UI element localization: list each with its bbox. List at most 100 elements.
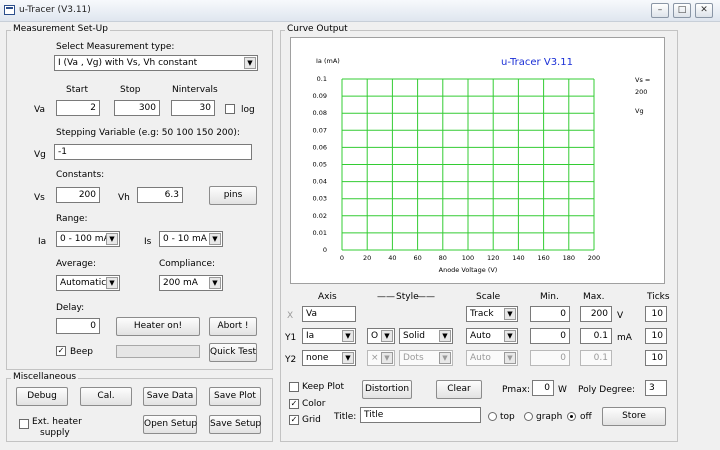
- legend-off-radio[interactable]: [567, 412, 576, 421]
- range-label: Range:: [56, 214, 88, 224]
- maximize-button[interactable]: □: [673, 3, 691, 18]
- color-checkbox[interactable]: ✓: [289, 399, 299, 409]
- vh-input[interactable]: 6.3: [137, 187, 183, 203]
- log-label: log: [241, 105, 255, 115]
- save-setup-button[interactable]: Save Setup: [209, 415, 261, 434]
- y2-axis-dropdown[interactable]: none ▼: [302, 350, 356, 366]
- open-setup-button[interactable]: Open Setup: [143, 415, 197, 434]
- va-stop-input[interactable]: 300: [114, 100, 160, 116]
- pins-button[interactable]: pins: [209, 186, 257, 205]
- legend-graph-radio[interactable]: [524, 412, 533, 421]
- va-start-input[interactable]: 2: [56, 100, 100, 116]
- pmax-label: Pmax:: [502, 385, 531, 395]
- minimize-button[interactable]: –: [651, 3, 669, 18]
- beep-checkbox[interactable]: ✓: [56, 346, 66, 356]
- chevron-down-icon: ▼: [439, 330, 451, 342]
- y-tick-label: 0.08: [313, 109, 327, 117]
- poly-degree-label: Poly Degree:: [578, 385, 636, 395]
- y1-axis-dropdown[interactable]: Ia ▼: [302, 328, 356, 344]
- y-tick-label: 0.05: [313, 161, 327, 169]
- y1-marker-dropdown[interactable]: O ▼: [367, 328, 395, 344]
- miscellaneous-label: Miscellaneous: [11, 372, 79, 382]
- curve-output-label: Curve Output: [285, 24, 350, 34]
- legend-off-label: off: [580, 412, 592, 422]
- vs-annotation-label: Vs =: [635, 76, 650, 84]
- ext-heater-supply-label: supply: [40, 428, 70, 438]
- save-plot-button[interactable]: Save Plot: [209, 387, 261, 406]
- compliance-dropdown[interactable]: 200 mA ▼: [159, 275, 223, 291]
- y1-ticks-input[interactable]: 10: [645, 328, 667, 344]
- window-title: u-Tracer (V3.11): [19, 5, 91, 15]
- y1-max-input[interactable]: 0.1: [580, 328, 612, 344]
- x-max-input[interactable]: 200: [580, 306, 612, 322]
- y-axis-label: Ia (mA): [316, 57, 340, 65]
- y1-min-input[interactable]: 0: [530, 328, 570, 344]
- vg-input[interactable]: -1: [54, 144, 252, 160]
- x-scale-dropdown[interactable]: Track ▼: [466, 306, 518, 322]
- y2-min-input[interactable]: 0: [530, 350, 570, 366]
- compliance-value: 200 mA: [163, 278, 198, 288]
- y2-scale-value: Auto: [470, 353, 491, 363]
- title-input[interactable]: Title: [360, 407, 481, 423]
- legend-top-radio[interactable]: [488, 412, 497, 421]
- window-titlebar: u-Tracer (V3.11) – □ ✕: [0, 0, 720, 22]
- close-button[interactable]: ✕: [695, 3, 713, 18]
- log-checkbox[interactable]: [225, 104, 235, 114]
- y-tick-label: 0.06: [313, 143, 327, 151]
- quick-test-button[interactable]: Quick Test: [209, 343, 257, 362]
- y2-ticks-input[interactable]: 10: [645, 350, 667, 366]
- start-label: Start: [66, 85, 88, 95]
- compliance-label: Compliance:: [159, 259, 216, 269]
- x-unit-label: V: [617, 311, 624, 321]
- x-ticks-input[interactable]: 10: [645, 306, 667, 322]
- x-min-input[interactable]: 0: [530, 306, 570, 322]
- ia-range-value: 0 - 100 mA: [60, 234, 110, 244]
- y-tick-label: 0.02: [313, 212, 327, 220]
- store-button[interactable]: Store: [602, 407, 666, 426]
- keep-plot-checkbox[interactable]: [289, 382, 299, 392]
- y2-marker-dropdown[interactable]: × ▼: [367, 350, 395, 366]
- delay-input[interactable]: 0: [56, 318, 100, 334]
- measurement-type-dropdown[interactable]: I (Va , Vg) with Vs, Vh constant ▼: [54, 55, 258, 71]
- grid-checkbox[interactable]: ✓: [289, 415, 299, 425]
- is-range-dropdown[interactable]: 0 - 10 mA ▼: [159, 231, 223, 247]
- distortion-button[interactable]: Distortion: [362, 380, 412, 399]
- chart-panel: 0 20 40 60 80 100 120 140 160 180 200 0 0.01 0.02 0.03…: [290, 37, 665, 284]
- y-tick-label: 0.09: [313, 92, 327, 100]
- ext-heater-checkbox[interactable]: [19, 419, 29, 429]
- chevron-down-icon: ▼: [106, 277, 118, 289]
- is-range-value: 0 - 10 mA: [163, 234, 207, 244]
- vs-annotation-value: 200: [635, 88, 647, 96]
- x-tick-label: 80: [439, 254, 447, 262]
- save-data-button[interactable]: Save Data: [143, 387, 197, 406]
- clear-button[interactable]: Clear: [436, 380, 482, 399]
- delay-label: Delay:: [56, 303, 85, 313]
- x-axis-input[interactable]: Va: [302, 306, 356, 322]
- y1-style-dropdown[interactable]: Solid ▼: [399, 328, 453, 344]
- y1-scale-dropdown[interactable]: Auto ▼: [466, 328, 518, 344]
- chevron-down-icon: ▼: [106, 233, 118, 245]
- y2-scale-dropdown[interactable]: Auto ▼: [466, 350, 518, 366]
- debug-button[interactable]: Debug: [16, 387, 68, 406]
- vs-input[interactable]: 200: [56, 187, 100, 203]
- x-tick-label: 100: [462, 254, 474, 262]
- poly-degree-input[interactable]: 3: [645, 380, 667, 396]
- vg-label: Vg: [34, 150, 46, 160]
- cal-button[interactable]: Cal.: [80, 387, 132, 406]
- title-label: Title:: [334, 412, 357, 422]
- abort-button[interactable]: Abort !: [209, 317, 257, 336]
- ia-range-dropdown[interactable]: 0 - 100 mA ▼: [56, 231, 120, 247]
- app-icon: [4, 5, 15, 15]
- heater-on-button[interactable]: Heater on!: [116, 317, 200, 336]
- average-dropdown[interactable]: Automatic ▼: [56, 275, 120, 291]
- y2-marker-value: ×: [371, 353, 379, 363]
- va-nintervals-input[interactable]: 30: [171, 100, 215, 116]
- x-tick-label: 200: [588, 254, 600, 262]
- y2-max-input[interactable]: 0.1: [580, 350, 612, 366]
- measurement-type-value: I (Va , Vg) with Vs, Vh constant: [58, 58, 198, 68]
- y2-style-dropdown[interactable]: Dots ▼: [399, 350, 453, 366]
- x-tick-label: 0: [340, 254, 344, 262]
- style-header: Style: [396, 292, 419, 302]
- grid-label: Grid: [302, 415, 321, 425]
- pmax-input[interactable]: 0: [532, 380, 554, 396]
